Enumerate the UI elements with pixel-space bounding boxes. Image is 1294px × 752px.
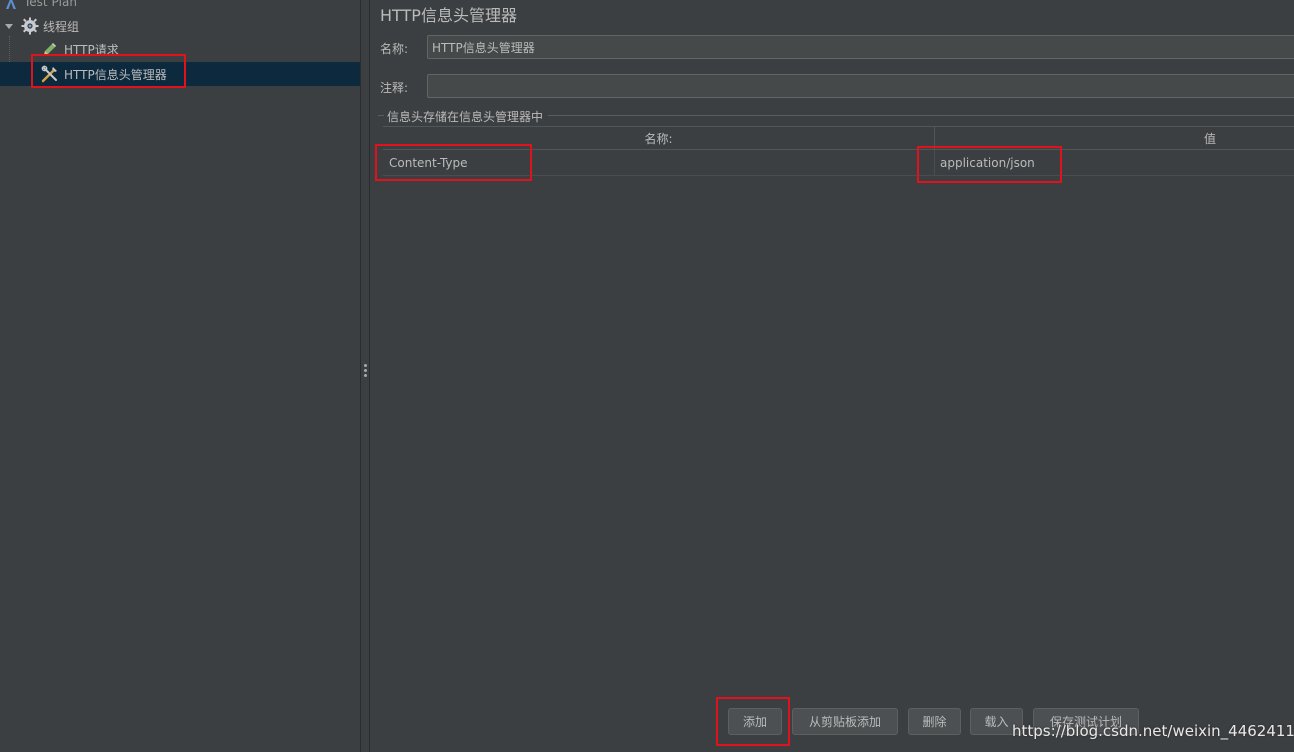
group-border: [378, 115, 384, 116]
delete-button[interactable]: 删除: [908, 708, 961, 735]
drag-handle-icon: [364, 374, 367, 377]
page-title: HTTP信息头管理器: [380, 6, 517, 25]
tree-item-test-plan[interactable]: Test Plan: [0, 0, 360, 14]
tree-item-label: HTTP信息头管理器: [64, 67, 167, 82]
tree-item-label: Test Plan: [24, 0, 77, 9]
tree-item-label: HTTP请求: [64, 42, 119, 57]
test-plan-tree: Test Plan 线程组 HTTP请求 HTTP信息头管理器: [0, 0, 360, 752]
gear-icon: [21, 17, 39, 35]
tools-icon: [41, 65, 57, 83]
column-divider: [934, 150, 935, 175]
column-header-value[interactable]: 值: [935, 127, 1294, 150]
name-field[interactable]: [427, 35, 1294, 59]
comment-field[interactable]: [427, 74, 1294, 98]
drag-handle-icon: [364, 364, 367, 367]
tree-item-thread-group[interactable]: 线程组: [0, 14, 360, 38]
table-header: 名称: 值: [383, 126, 1294, 151]
tree-item-label: 线程组: [43, 19, 80, 34]
add-button[interactable]: 添加: [728, 708, 782, 735]
tree-item-header-manager[interactable]: HTTP信息头管理器: [0, 62, 360, 86]
jmeter-window: Test Plan 线程组 HTTP请求 HTTP信息头管理器 HTTP信息头管…: [0, 0, 1294, 752]
column-header-name[interactable]: 名称:: [383, 127, 934, 150]
watermark: https://blog.csdn.net/weixin_44624117: [1012, 722, 1294, 740]
table-cell-name[interactable]: Content-Type: [389, 150, 929, 175]
split-pane-divider[interactable]: [360, 0, 370, 752]
drag-handle-icon: [364, 369, 367, 372]
test-plan-icon: [6, 0, 16, 9]
tree-item-http-request[interactable]: HTTP请求: [0, 37, 360, 61]
name-label: 名称:: [380, 42, 409, 56]
pen-icon: [44, 43, 56, 55]
group-border: [548, 115, 1294, 116]
comment-label: 注释:: [380, 81, 409, 95]
table-cell-value[interactable]: application/json: [940, 150, 1294, 175]
header-manager-panel: HTTP信息头管理器 名称: 注释: 信息头存储在信息头管理器中 名称: 值 C…: [370, 0, 1294, 752]
add-from-clipboard-button[interactable]: 从剪贴板添加: [792, 708, 898, 735]
chevron-down-icon[interactable]: [5, 24, 13, 29]
group-title: 信息头存储在信息头管理器中: [387, 110, 544, 124]
table-row[interactable]: Content-Type application/json: [383, 150, 1294, 176]
